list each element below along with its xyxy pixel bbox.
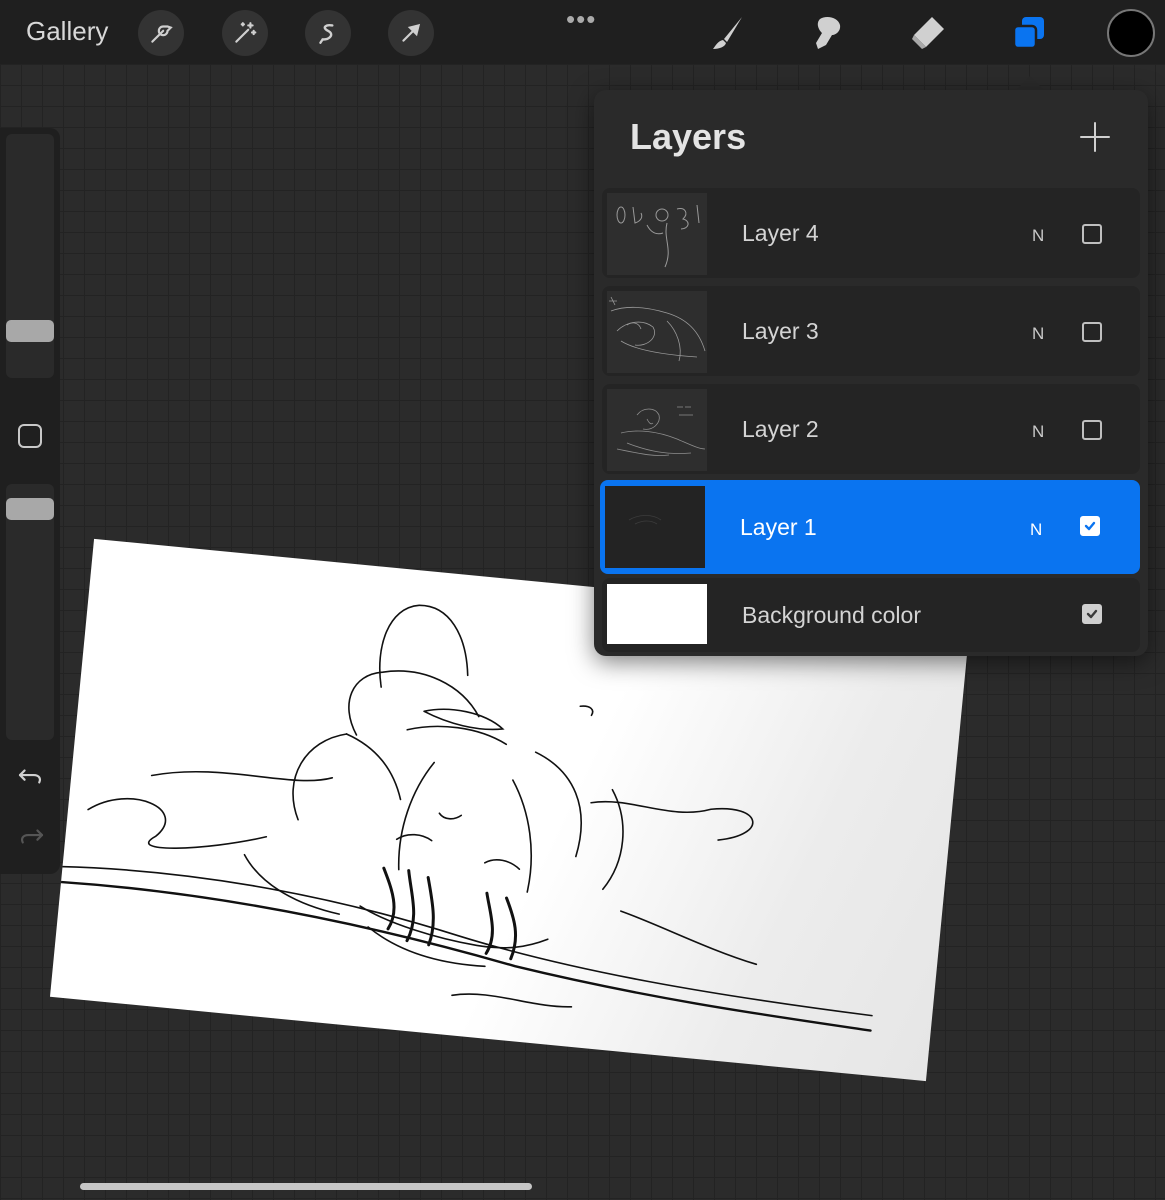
opacity-thumb[interactable]: [6, 498, 54, 520]
panel-caret: [1016, 76, 1044, 90]
visibility-checkbox[interactable]: [1082, 322, 1102, 342]
redo-button[interactable]: [14, 822, 48, 850]
layer-name: Layer 4: [742, 220, 819, 246]
layer-thumbnail: [605, 486, 705, 568]
more-options-button[interactable]: •••: [566, 4, 596, 35]
adjustments-button[interactable]: [222, 10, 268, 56]
eraser-icon: [912, 17, 944, 49]
layer-name: Layer 1: [740, 514, 817, 540]
layer-thumbnail-sketch: [616, 406, 706, 456]
brush-tool-button[interactable]: [704, 10, 752, 56]
top-toolbar: Gallery •••: [0, 0, 1165, 64]
layer-row-selected[interactable]: Layer 1 N: [600, 480, 1140, 574]
visibility-checkbox[interactable]: [1082, 420, 1102, 440]
layer-row[interactable]: Layer 3 N: [602, 286, 1140, 376]
brush-size-thumb[interactable]: [6, 320, 54, 342]
checkmark-icon: [1086, 609, 1098, 619]
blend-mode-button[interactable]: N: [1032, 226, 1044, 246]
wrench-icon: [151, 25, 173, 43]
actions-button[interactable]: [138, 10, 184, 56]
redo-icon: [20, 829, 44, 844]
layer-name: Layer 3: [742, 318, 819, 344]
background-color-swatch[interactable]: [607, 584, 707, 644]
layer-thumbnail: [607, 389, 707, 471]
smudge-icon: [816, 17, 841, 49]
blend-mode-button[interactable]: N: [1030, 520, 1042, 540]
opacity-slider[interactable]: [6, 484, 54, 740]
selection-button[interactable]: [305, 10, 351, 56]
layers-icon: [1012, 17, 1044, 50]
layers-panel: Layers Layer 4 N Layer 3 N Layer 2 N Lay…: [594, 90, 1148, 656]
blend-mode-button[interactable]: N: [1032, 324, 1044, 344]
visibility-checkbox[interactable]: [1082, 224, 1102, 244]
layer-thumbnail-sketch: [628, 515, 662, 525]
undo-icon: [18, 769, 42, 784]
home-indicator[interactable]: [80, 1183, 532, 1190]
brush-icon: [713, 17, 742, 49]
layer-row[interactable]: Layer 4 N: [602, 188, 1140, 278]
magic-wand-icon: [235, 22, 257, 43]
background-visibility-checkbox[interactable]: [1082, 604, 1102, 624]
layer-row[interactable]: Layer 2 N: [602, 384, 1140, 474]
blend-mode-button[interactable]: N: [1032, 422, 1044, 442]
layer-name: Layer 2: [742, 416, 819, 442]
background-color-label: Background color: [742, 602, 921, 628]
layers-tool-button[interactable]: [1005, 10, 1053, 56]
visibility-checkbox[interactable]: [1080, 516, 1100, 536]
color-picker-button[interactable]: [1107, 9, 1155, 57]
smudge-tool-button[interactable]: [804, 10, 852, 56]
undo-button[interactable]: [14, 762, 48, 790]
brush-size-slider[interactable]: [6, 134, 54, 378]
plus-icon: [1080, 122, 1110, 152]
layer-thumbnail: [607, 193, 707, 275]
add-layer-button[interactable]: [1078, 120, 1112, 154]
background-color-row[interactable]: Background color: [602, 578, 1140, 652]
layer-thumbnail-sketch: [609, 296, 706, 362]
layer-thumbnail-sketch: [616, 204, 700, 268]
eraser-tool-button[interactable]: [904, 10, 952, 56]
layer-thumbnail: [607, 291, 707, 373]
layers-title: Layers: [630, 116, 747, 157]
modify-button[interactable]: [18, 424, 42, 448]
gallery-button[interactable]: Gallery: [26, 16, 108, 47]
transform-arrow-icon: [402, 23, 421, 42]
selection-icon: [319, 24, 334, 44]
left-sidebar: [0, 128, 60, 874]
checkmark-icon: [1084, 521, 1096, 531]
transform-button[interactable]: [388, 10, 434, 56]
